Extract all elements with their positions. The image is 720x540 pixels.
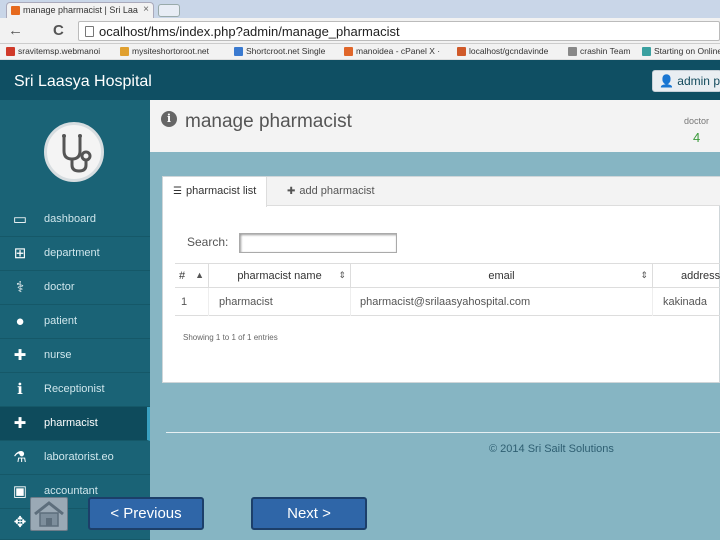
info-circle-icon: ℹ xyxy=(17,381,23,398)
bookmark-item[interactable]: Shortcroot.net Single xyxy=(234,46,325,56)
doctor-count-value: 4 xyxy=(693,130,701,145)
cell-index: 1 xyxy=(175,288,209,316)
sidebar-item-label: doctor xyxy=(44,281,75,293)
bookmark-item[interactable]: crashin Team xyxy=(568,46,630,56)
bookmark-item[interactable]: Starting on Online xyxy=(642,46,720,56)
bookmark-icon xyxy=(234,47,243,56)
bookmark-icon xyxy=(457,47,466,56)
sort-icon: ⇕ xyxy=(338,270,346,280)
info-icon: i xyxy=(161,111,177,127)
new-tab-button[interactable] xyxy=(158,4,180,17)
bookmark-item[interactable]: sravitemsp.webmanoi xyxy=(6,46,100,56)
browser-toolbar: ← C ocalhost/hms/index.php?admin/manage_… xyxy=(0,18,720,44)
page-header: i manage pharmacist doctor 4 xyxy=(150,100,720,152)
tab-pharmacist-list[interactable]: ☰ pharmacist list xyxy=(163,177,268,207)
sitemap-icon: ⊞ xyxy=(13,245,27,262)
favicon-icon xyxy=(11,6,20,15)
column-header-name[interactable]: pharmacist name ⇕ xyxy=(209,264,351,289)
sidebar-item-nurse[interactable]: ✚ nurse xyxy=(0,339,150,373)
brand-title[interactable]: Sri Laasya Hospital xyxy=(14,73,152,91)
browser-tab-strip: manage pharmacist | Sri Laa × xyxy=(0,0,720,18)
sidebar-item-label: pharmacist xyxy=(44,417,98,429)
sidebar-item-label: Receptionist xyxy=(44,383,105,395)
sidebar-item-label: nurse xyxy=(44,349,72,361)
flask-icon: ⚗ xyxy=(13,449,27,466)
table-row[interactable]: 1 pharmacist pharmacist@srilaasyahospita… xyxy=(175,288,720,316)
bookmark-icon xyxy=(568,47,577,56)
sidebar: ▭ dashboard ⊞ department ⚕ doctor ● pati… xyxy=(0,100,150,540)
search-label: Search: xyxy=(187,235,229,249)
search-input[interactable] xyxy=(239,233,397,253)
page-icon xyxy=(85,26,94,37)
tab-add-pharmacist[interactable]: ✚ add pharmacist xyxy=(277,177,385,206)
table-header: # ▲ pharmacist name ⇕ email ⇕ address xyxy=(175,263,720,289)
avatar xyxy=(44,122,104,182)
app-header: Sri Laasya Hospital 👤 admin pa xyxy=(0,60,720,100)
column-header-index[interactable]: # ▲ xyxy=(175,264,209,289)
footer-copyright: © 2014 Sri Sailt Solutions xyxy=(489,443,614,455)
bookmark-icon xyxy=(642,47,651,56)
sidebar-item-doctor[interactable]: ⚕ doctor xyxy=(0,271,150,305)
bookmarks-bar: sravitemsp.webmanoi mysiteshortoroot.net… xyxy=(0,44,720,60)
tab-title: manage pharmacist | Sri Laa xyxy=(23,5,138,15)
sort-asc-icon: ▲ xyxy=(195,270,204,280)
address-bar[interactable]: ocalhost/hms/index.php?admin/manage_phar… xyxy=(78,21,720,41)
reload-icon[interactable]: C xyxy=(53,22,64,39)
page-title: manage pharmacist xyxy=(185,111,352,132)
next-button[interactable]: Next > xyxy=(251,497,367,530)
admin-user-button[interactable]: 👤 admin pa xyxy=(652,70,720,92)
doctor-count-label: doctor xyxy=(684,116,710,126)
home-button[interactable] xyxy=(30,497,68,531)
sidebar-item-label: department xyxy=(44,247,100,259)
sidebar-item-dashboard[interactable]: ▭ dashboard xyxy=(0,203,150,237)
table-info: Showing 1 to 1 of 1 entries xyxy=(183,333,278,342)
back-icon[interactable]: ← xyxy=(8,22,23,39)
main-content: i manage pharmacist doctor 4 ☰ pharmacist… xyxy=(150,100,720,540)
bookmark-icon xyxy=(6,47,15,56)
bookmark-icon xyxy=(120,47,129,56)
plus-icon: ✚ xyxy=(287,186,296,197)
url-text: ocalhost/hms/index.php?admin/manage_phar… xyxy=(99,24,400,39)
sort-icon: ⇕ xyxy=(640,270,648,280)
footer-divider xyxy=(166,432,720,433)
bookmark-item[interactable]: manoidea - cPanel X · xyxy=(344,46,440,56)
browser-tab[interactable]: manage pharmacist | Sri Laa × xyxy=(6,2,154,18)
close-tab-icon[interactable]: × xyxy=(143,4,149,15)
medkit-icon: ✚ xyxy=(13,415,27,432)
column-header-address[interactable]: address xyxy=(653,264,720,289)
money-icon: ▣ xyxy=(12,483,28,500)
sidebar-item-label: dashboard xyxy=(44,213,96,225)
cell-address: kakinada xyxy=(663,296,708,308)
sidebar-item-laboratorist[interactable]: ⚗ laboratorist.eo xyxy=(0,441,150,475)
user-icon: 👤 xyxy=(659,74,674,88)
cell-email: pharmacist@srilaasyahospital.com xyxy=(351,288,653,316)
stethoscope-icon xyxy=(62,134,92,173)
sidebar-item-label: laboratorist.eo xyxy=(44,451,114,463)
cell-name: pharmacist xyxy=(209,288,351,316)
sidebar-item-label: patient xyxy=(44,315,78,327)
user-icon: ● xyxy=(15,313,25,330)
user-md-icon: ⚕ xyxy=(15,279,25,296)
pharmacist-panel: ☰ pharmacist list ✚ add pharmacist Search:… xyxy=(162,176,720,383)
column-header-email[interactable]: email ⇕ xyxy=(351,264,653,289)
sidebar-item-patient[interactable]: ● patient xyxy=(0,305,150,339)
bookmark-item[interactable]: localhost/gcndavinde xyxy=(457,46,548,56)
move-icon: ✥ xyxy=(13,514,27,531)
sidebar-item-label: accountant xyxy=(44,485,98,497)
sidebar-item-receptionist[interactable]: ℹ Receptionist xyxy=(0,373,150,407)
plus-square-icon: ✚ xyxy=(13,347,27,364)
panel-tabs: ☰ pharmacist list ✚ add pharmacist xyxy=(163,177,720,207)
admin-user-label: admin pa xyxy=(677,74,720,88)
monitor-icon: ▭ xyxy=(12,211,28,228)
previous-button[interactable]: < Previous xyxy=(88,497,204,530)
sidebar-item-department[interactable]: ⊞ department xyxy=(0,237,150,271)
list-icon: ☰ xyxy=(173,186,182,197)
bookmark-icon xyxy=(344,47,353,56)
sidebar-item-pharmacist[interactable]: ✚ pharmacist xyxy=(0,407,150,441)
bookmark-item[interactable]: mysiteshortoroot.net xyxy=(120,46,209,56)
home-icon xyxy=(34,501,64,527)
